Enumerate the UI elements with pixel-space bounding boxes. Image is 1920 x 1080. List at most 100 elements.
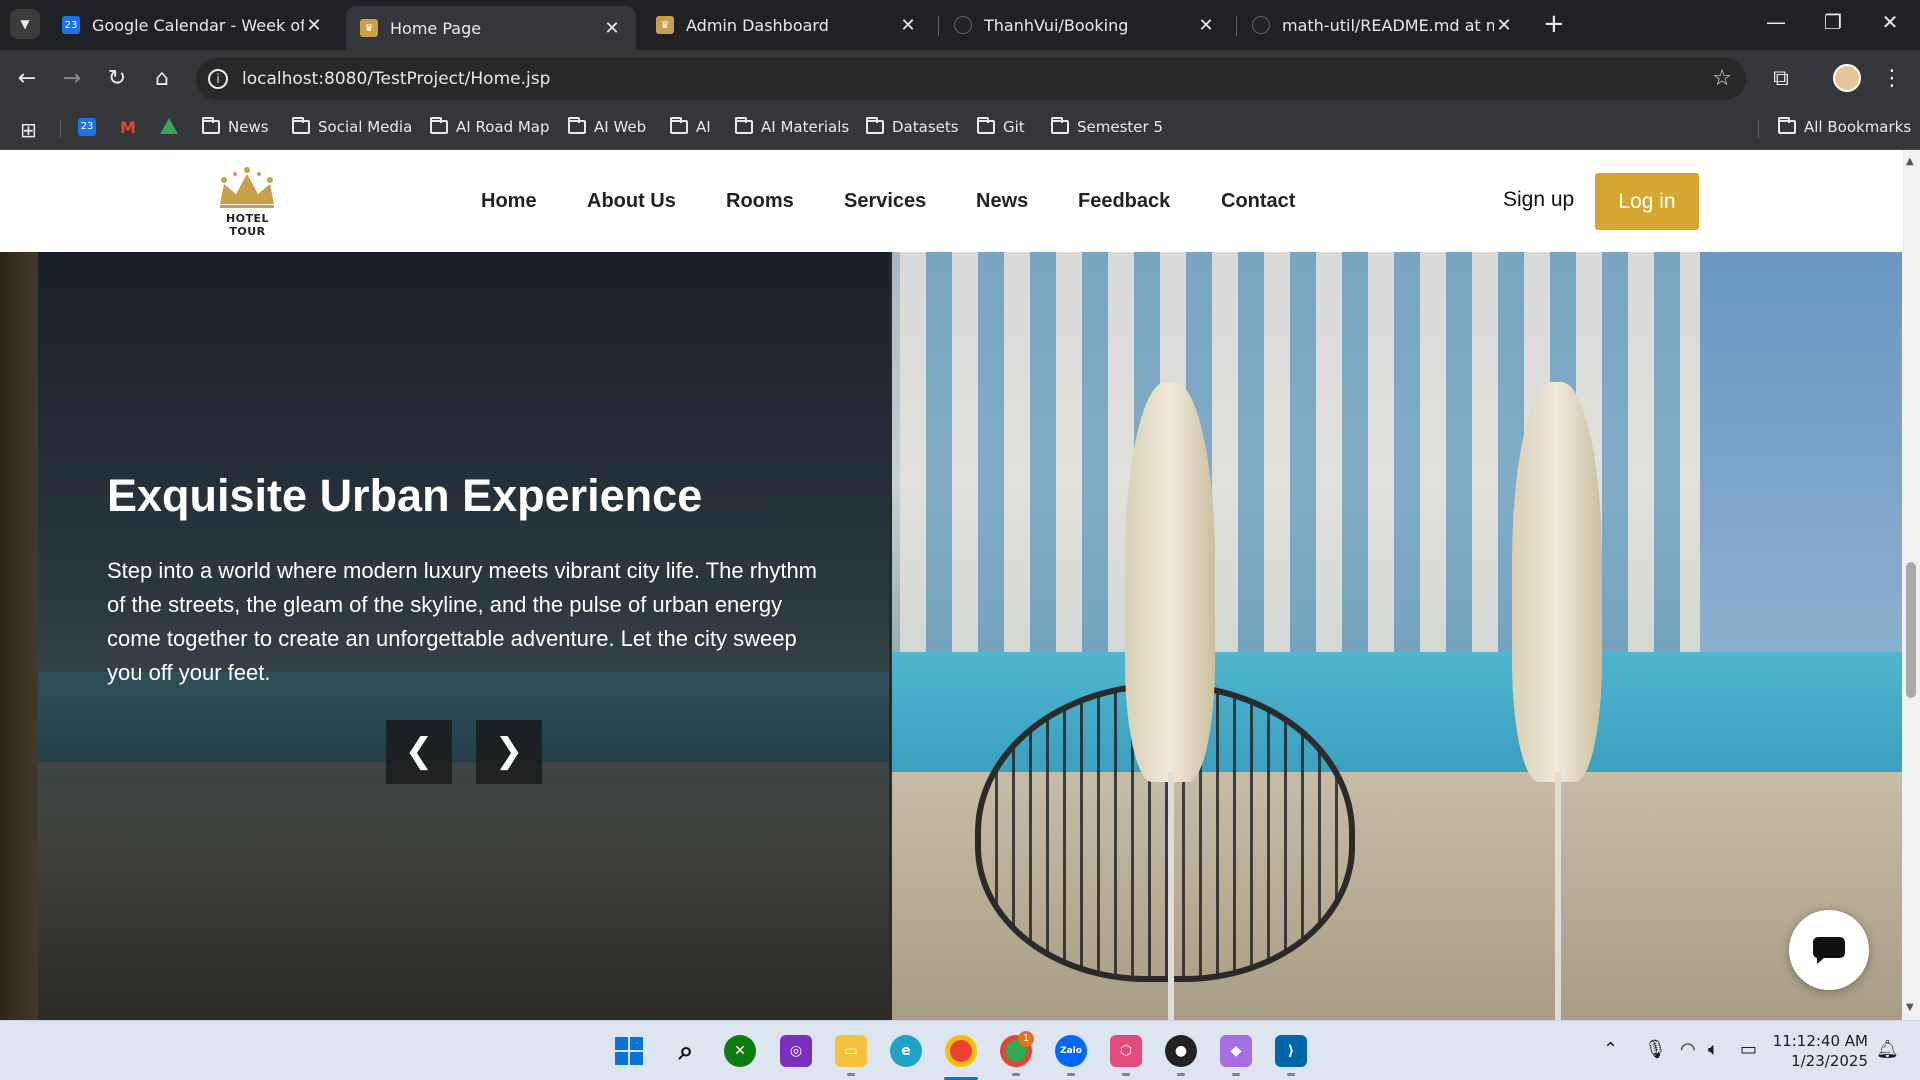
google-drive-icon (160, 118, 178, 134)
tab-thanhvui-booking[interactable]: ThanhVui/Booking ✕ (940, 6, 1230, 44)
hero-carousel: Exquisite Urban Experience Step into a w… (0, 252, 1902, 1020)
bookmark-folder-git[interactable]: Git (977, 117, 1025, 136)
tab-google-calendar[interactable]: 23 Google Calendar - Week of Janu ✕ (48, 6, 338, 44)
chrome-icon[interactable] (945, 1035, 977, 1067)
nav-contact[interactable]: Contact (1221, 190, 1295, 213)
battery-icon[interactable]: ▭ (1740, 1039, 1757, 1060)
app-diamond-icon[interactable]: ◆ (1220, 1035, 1252, 1067)
taskbar-running-indicator (1067, 1073, 1075, 1076)
bookmark-label: Git (1003, 118, 1025, 136)
new-tab-button[interactable]: + (1543, 11, 1565, 37)
hero-description: Step into a world where modern luxury me… (107, 558, 818, 685)
media-app-icon[interactable]: ◎ (780, 1035, 812, 1067)
carousel-next-button[interactable]: ❯ (476, 720, 542, 784)
file-explorer-icon[interactable]: ▭ (835, 1035, 867, 1067)
signup-link[interactable]: Sign up (1503, 188, 1574, 212)
restore-button[interactable]: ❐ (1813, 10, 1853, 34)
site-info-icon[interactable]: i (208, 69, 228, 89)
chat-bubble-icon (1812, 937, 1845, 964)
calendar-bookmark[interactable]: 23 (78, 118, 96, 136)
system-clock[interactable]: 11:12:40 AM 1/23/2025 (1764, 1031, 1868, 1071)
nav-rooms[interactable]: Rooms (726, 190, 794, 213)
bookmark-divider (1758, 120, 1759, 138)
bookmark-folder-ai-web[interactable]: AI Web (568, 117, 646, 136)
hotel-logo-icon: ♛ (360, 19, 378, 37)
menu-kebab-icon[interactable]: ⋮ (1879, 66, 1905, 92)
folder-icon (568, 117, 586, 134)
obs-icon[interactable]: ● (1165, 1035, 1197, 1067)
carousel-prev-button[interactable]: ❮ (386, 720, 452, 784)
folder-icon (735, 117, 753, 134)
address-bar[interactable]: i localhost:8080/TestProject/Home.jsp ☆ (196, 58, 1746, 100)
close-window-button[interactable]: ✕ (1870, 10, 1910, 34)
forward-button[interactable]: → (59, 66, 85, 92)
folder-icon (292, 117, 310, 134)
windows-start-icon[interactable] (613, 1035, 645, 1067)
bookmark-folder-ai-road-map[interactable]: AI Road Map (430, 117, 550, 136)
chevron-down-icon: ▼ (20, 17, 30, 31)
bookmark-folder-datasets[interactable]: Datasets (866, 117, 959, 136)
close-icon[interactable]: ✕ (304, 15, 324, 36)
tab-separator (1236, 16, 1237, 36)
bookmark-star-icon[interactable]: ☆ (1712, 66, 1732, 91)
close-icon[interactable]: ✕ (898, 15, 918, 36)
tab-admin-dashboard[interactable]: ♛ Admin Dashboard ✕ (642, 6, 932, 44)
chevron-up-icon[interactable]: ⌃ (1603, 1039, 1618, 1060)
back-button[interactable]: ← (14, 66, 40, 92)
minimize-button[interactable]: — (1756, 10, 1796, 34)
wifi-icon[interactable]: ◠ (1680, 1039, 1696, 1060)
nav-news[interactable]: News (976, 190, 1028, 213)
app-hexagon-icon[interactable]: ⬡ (1110, 1035, 1142, 1067)
scroll-down-arrow-icon[interactable]: ▼ (1906, 1002, 1914, 1013)
clock-date: 1/23/2025 (1791, 1052, 1868, 1070)
tab-strip: ▼ 23 Google Calendar - Week of Janu ✕ ♛ … (0, 0, 1920, 50)
home-button[interactable]: ⌂ (149, 66, 175, 92)
bookmark-folder-semester-5[interactable]: Semester 5 (1051, 117, 1163, 136)
login-button[interactable]: Log in (1595, 173, 1699, 230)
nav-home[interactable]: Home (481, 190, 537, 213)
bookmark-folder-ai[interactable]: AI (670, 117, 711, 136)
url-text[interactable]: localhost:8080/TestProject/Home.jsp (242, 69, 550, 89)
bookmark-folder-social-media[interactable]: Social Media (292, 117, 412, 136)
microphone-icon[interactable]: 🎙︎ (1644, 1039, 1667, 1060)
reload-button[interactable]: ↻ (104, 66, 130, 92)
vscode-icon[interactable]: ⟩ (1275, 1035, 1307, 1067)
close-icon[interactable]: ✕ (602, 18, 622, 39)
nav-about-us[interactable]: About Us (587, 190, 676, 213)
tab-search-button[interactable]: ▼ (10, 9, 40, 39)
bookmark-label: News (228, 118, 269, 136)
hero-background-pole (1555, 772, 1561, 1020)
hero-background-pole (1168, 772, 1174, 1020)
tab-home-page[interactable]: ♛ Home Page ✕ (346, 6, 636, 50)
speaker-icon[interactable]: 🔈︎ (1708, 1039, 1719, 1060)
web-page: HOTEL TOUR Home About Us Rooms Services … (0, 150, 1920, 1020)
nav-services[interactable]: Services (844, 190, 926, 213)
drive-bookmark[interactable] (160, 118, 178, 134)
bookmark-folder-ai-materials[interactable]: AI Materials (735, 117, 849, 136)
hotel-logo-icon: ♛ (656, 16, 674, 34)
browser-toolbar: ← → ↻ ⌂ i localhost:8080/TestProject/Hom… (0, 50, 1920, 108)
scroll-up-arrow-icon[interactable]: ▲ (1906, 156, 1914, 167)
hero-background-umbrella (1512, 382, 1602, 782)
close-icon[interactable]: ✕ (1494, 15, 1514, 36)
nav-feedback[interactable]: Feedback (1078, 190, 1170, 213)
tab-title: math-util/README.md at main (1282, 15, 1494, 35)
gmail-bookmark[interactable]: M (120, 118, 136, 137)
bookmark-folder-news[interactable]: News (202, 117, 269, 136)
chat-widget-button[interactable] (1789, 910, 1869, 990)
apps-grid-icon[interactable]: ⊞ (20, 118, 37, 142)
edge-icon[interactable]: e (890, 1035, 922, 1067)
page-scrollbar[interactable]: ▲ ▼ (1902, 150, 1920, 1020)
extensions-icon[interactable]: ⧉ (1768, 66, 1794, 92)
scroll-thumb[interactable] (1906, 562, 1916, 698)
notification-bell-icon[interactable]: 🔔︎ (1876, 1039, 1899, 1060)
close-icon[interactable]: ✕ (1196, 15, 1216, 36)
zalo-icon[interactable]: Zalo (1055, 1035, 1087, 1067)
hotel-logo[interactable]: HOTEL TOUR (210, 164, 285, 238)
all-bookmarks-folder[interactable]: All Bookmarks (1778, 117, 1911, 136)
profile-avatar[interactable] (1833, 64, 1861, 92)
tab-math-util-readme[interactable]: math-util/README.md at main ✕ (1238, 6, 1528, 44)
xbox-icon[interactable]: ✕ (724, 1035, 756, 1067)
search-icon[interactable]: ⌕ (670, 1035, 702, 1067)
bookmark-label: Datasets (892, 118, 959, 136)
